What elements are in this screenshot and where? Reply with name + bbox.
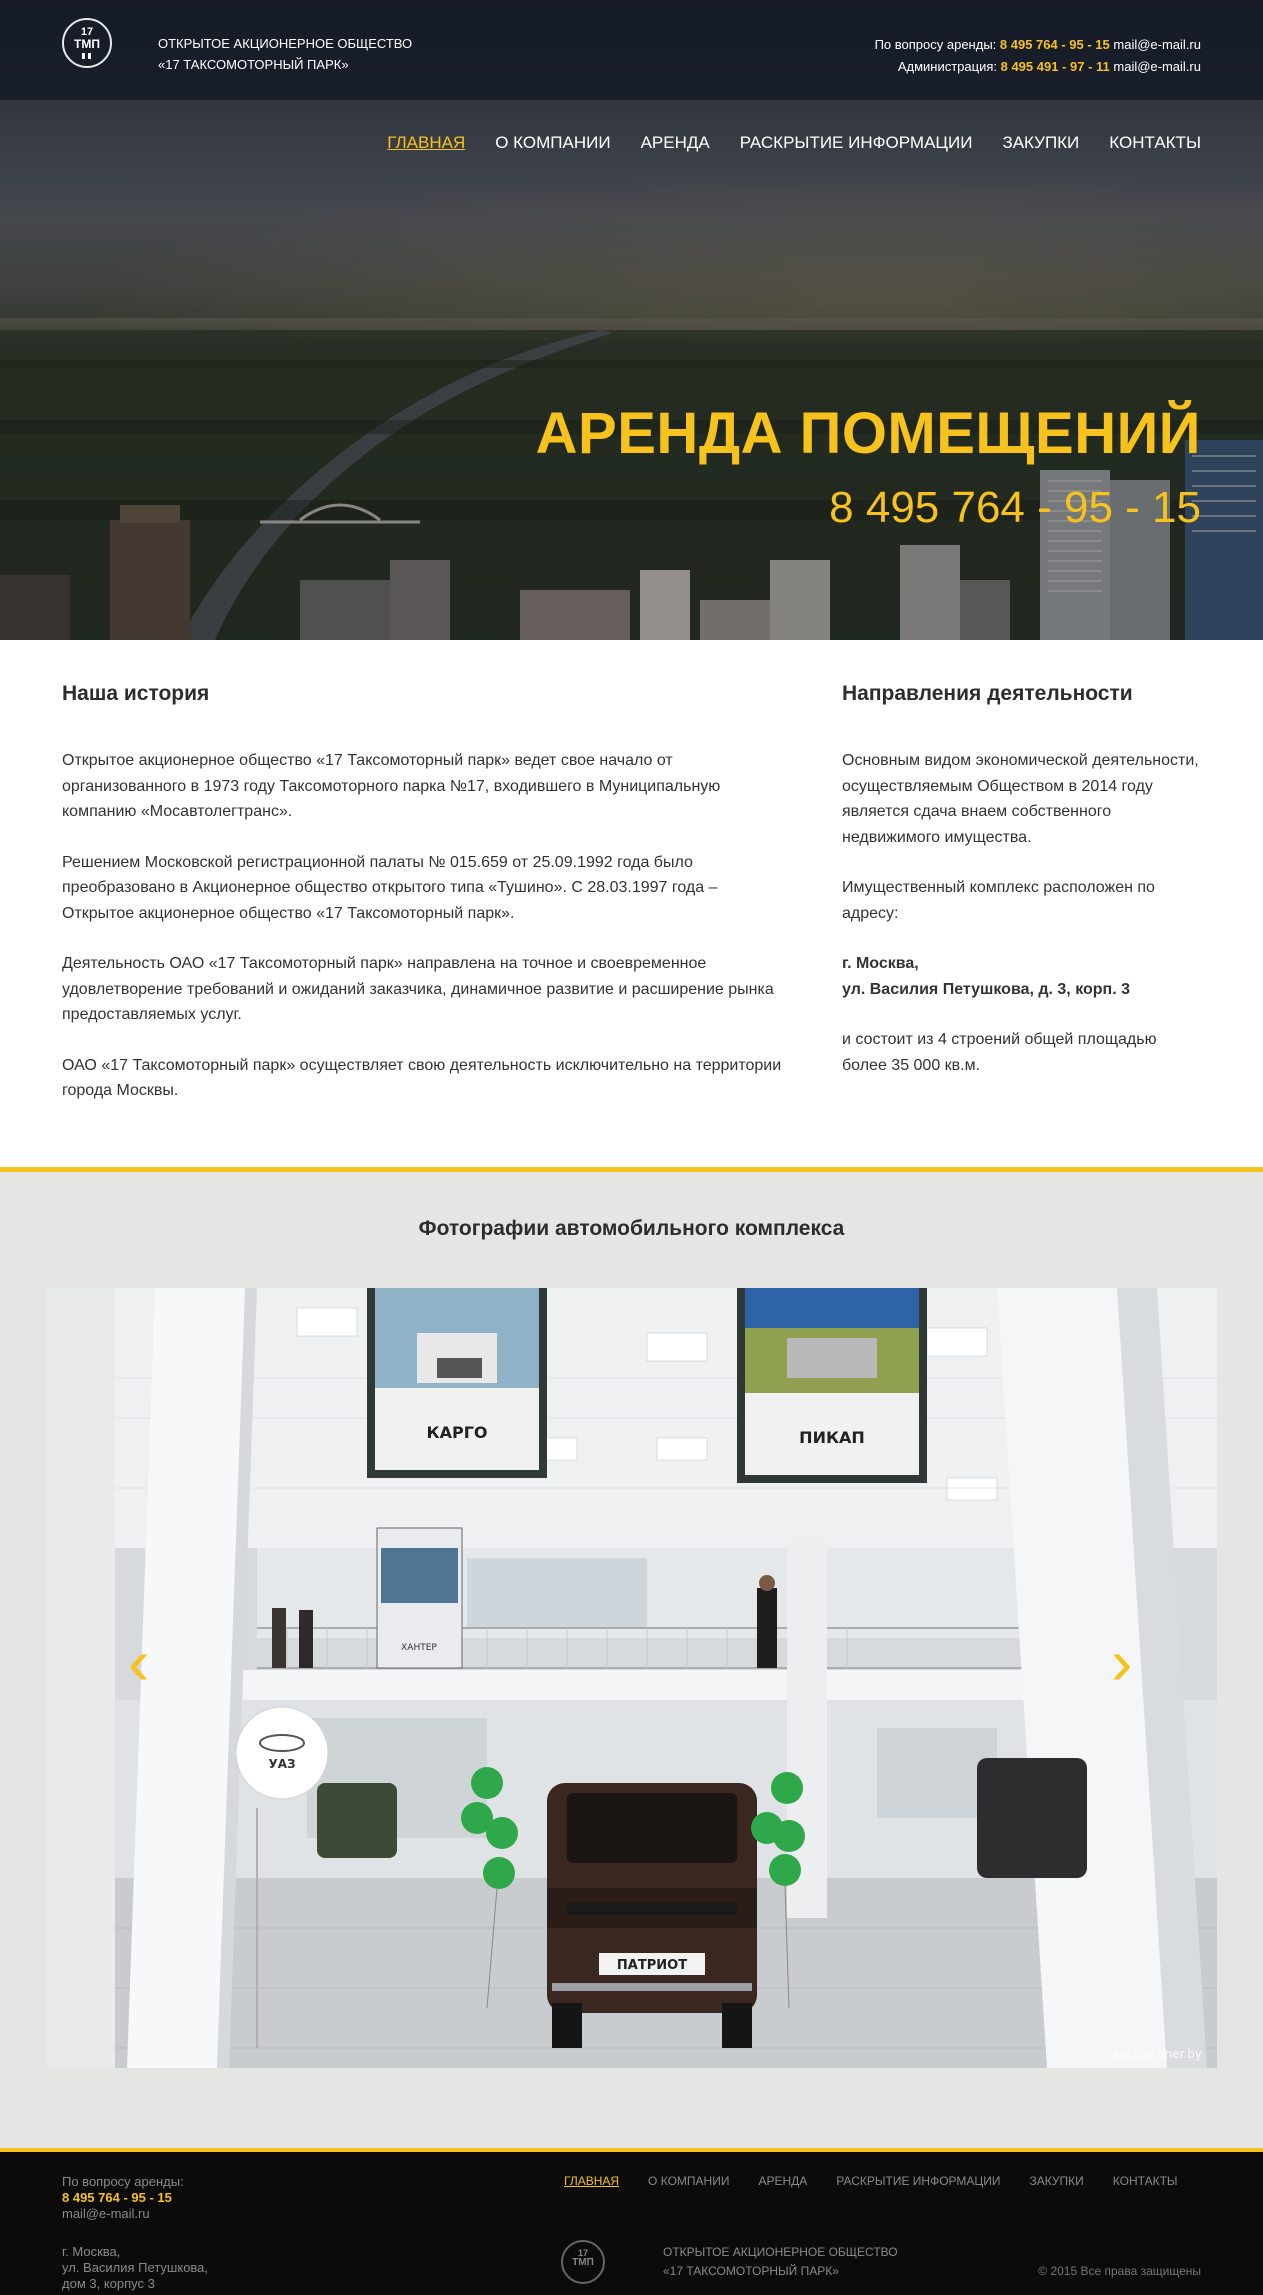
footer-nav-rent[interactable]: АРЕНДА	[758, 2174, 807, 2188]
banner-pickup-text: ПИКАП	[799, 1428, 865, 1447]
activities-column: Направления деятельности Основным видом …	[842, 682, 1202, 1103]
footer-company-line2: «17 ТАКСОМОТОРНЫЙ ПАРК»	[663, 2264, 839, 2278]
activities-paragraph: Имущественный комплекс расположен по адр…	[842, 879, 1155, 922]
footer-nav-disclosure[interactable]: РАСКРЫТИЕ ИНФОРМАЦИИ	[836, 2174, 1000, 2188]
footer-contacts: По вопросу аренды: 8 495 764 - 95 - 15 m…	[62, 2174, 184, 2222]
admin-phone[interactable]: 8 495 491 - 97 - 11	[1001, 59, 1110, 74]
footer-nav-contacts[interactable]: КОНТАКТЫ	[1113, 2174, 1178, 2188]
admin-email[interactable]: mail@e-mail.ru	[1113, 59, 1201, 74]
gallery-section: Фотографии автомобильного комплекса ПАТР…	[0, 1172, 1263, 2150]
gallery-photo[interactable]: ПАТРИОТ УАЗ КАРГО ПИКАП ХАНТЕР auto.onli…	[47, 1288, 1217, 2068]
gallery-title: Фотографии автомобильного комплекса	[418, 1217, 845, 1240]
footer-nav-about[interactable]: О КОМПАНИИ	[648, 2174, 729, 2188]
photo-watermark: auto.onliner.by	[1112, 2047, 1202, 2061]
footer-rent-label: По вопросу аренды:	[62, 2174, 184, 2189]
company-name-line1: ОТКРЫТОЕ АКЦИОНЕРНОЕ ОБЩЕСТВО	[158, 36, 413, 51]
footer-rent-phone[interactable]: 8 495 764 - 95 - 15	[62, 2190, 184, 2206]
footer-email[interactable]: mail@e-mail.ru	[62, 2206, 184, 2222]
footer-logo-text: ТМП	[572, 2257, 594, 2268]
footer-nav: ГЛАВНАЯ О КОМПАНИИ АРЕНДА РАСКРЫТИЕ ИНФО…	[564, 2174, 1178, 2188]
copyright: © 2015 Все права защищены	[1038, 2264, 1201, 2278]
hero-title: АРЕНДА ПОМЕЩЕНИЙ	[535, 401, 1201, 466]
company-name: ОТКРЫТОЕ АКЦИОНЕРНОЕ ОБЩЕСТВО «17 ТАКСОМ…	[158, 33, 412, 75]
showroom-image: ПАТРИОТ УАЗ КАРГО ПИКАП ХАНТЕР auto.onli…	[47, 1288, 1217, 2068]
nav-item-about[interactable]: О КОМПАНИИ	[495, 133, 610, 153]
gallery-next-arrow[interactable]: ›	[1111, 1630, 1132, 1694]
banner-cargo-text: КАРГО	[427, 1423, 488, 1442]
hero-phone[interactable]: 8 495 764 - 95 - 15	[829, 483, 1201, 533]
nav-item-contacts[interactable]: КОНТАКТЫ	[1109, 133, 1201, 153]
hero-banner: 17 ТМП ОТКРЫТОЕ АКЦИОНЕРНОЕ ОБЩЕСТВО «17…	[0, 0, 1263, 640]
rent-label: По вопросу аренды:	[874, 37, 997, 52]
history-paragraph: ОАО «17 Таксомоторный парк» осуществляет…	[62, 1056, 782, 1100]
history-column: Наша история Открытое акционерное общест…	[62, 682, 782, 1129]
banner-hunter-text: ХАНТЕР	[401, 1643, 437, 1653]
main-nav: ГЛАВНАЯ О КОМПАНИИ АРЕНДА РАСКРЫТИЕ ИНФО…	[387, 133, 1201, 153]
gallery-prev-arrow[interactable]: ‹	[128, 1630, 149, 1694]
top-bar: 17 ТМП ОТКРЫТОЕ АКЦИОНЕРНОЕ ОБЩЕСТВО «17…	[0, 0, 1263, 100]
footer-logo[interactable]: 17 ТМП	[561, 2240, 605, 2284]
history-paragraph: Открытое акционерное общество «17 Таксом…	[62, 752, 721, 820]
history-paragraph: Решением Московской регистрационной пала…	[62, 853, 718, 922]
admin-contact: Администрация: 8 495 491 - 97 - 11 mail@…	[875, 56, 1201, 78]
footer-nav-purchases[interactable]: ЗАКУПКИ	[1030, 2174, 1084, 2188]
nav-item-home[interactable]: ГЛАВНАЯ	[387, 133, 465, 153]
admin-label: Администрация:	[897, 59, 997, 74]
nav-item-rent[interactable]: АРЕНДА	[641, 133, 710, 153]
rent-contact: По вопросу аренды: 8 495 764 - 95 - 15 m…	[875, 34, 1201, 56]
header-contacts: По вопросу аренды: 8 495 764 - 95 - 15 m…	[875, 34, 1201, 78]
footer-company-line1: ОТКРЫТОЕ АКЦИОНЕРНОЕ ОБЩЕСТВО	[663, 2245, 898, 2259]
rent-email[interactable]: mail@e-mail.ru	[1113, 37, 1201, 52]
nav-item-purchases[interactable]: ЗАКУПКИ	[1002, 133, 1079, 153]
nav-item-disclosure[interactable]: РАСКРЫТИЕ ИНФОРМАЦИИ	[740, 133, 973, 153]
balloon-text: УАЗ	[268, 1757, 295, 1771]
footer: По вопросу аренды: 8 495 764 - 95 - 15 m…	[0, 2152, 1263, 2295]
address-line2: ул. Василия Петушкова, д. 3, корп. 3	[842, 980, 1130, 998]
rent-phone[interactable]: 8 495 764 - 95 - 15	[1000, 37, 1110, 52]
checker-icon	[82, 53, 94, 59]
footer-address-line2: ул. Василия Петушкова,	[62, 2260, 209, 2275]
footer-nav-home[interactable]: ГЛАВНАЯ	[564, 2174, 619, 2188]
history-title: Наша история	[62, 682, 210, 705]
footer-address-line1: г. Москва,	[62, 2244, 121, 2259]
activities-address: г. Москва, ул. Василия Петушкова, д. 3, …	[842, 951, 1202, 1002]
plate-text: ПАТРИОТ	[617, 1958, 687, 1973]
footer-address-line3: дом 3, корпус 3	[62, 2276, 155, 2291]
activities-paragraph: и состоит из 4 строений общей площадью б…	[842, 1031, 1157, 1074]
footer-address: г. Москва, ул. Василия Петушкова, дом 3,…	[62, 2244, 208, 2292]
activities-paragraph: Основным видом экономической деятельност…	[842, 752, 1199, 846]
activities-title: Направления деятельности	[842, 682, 1133, 705]
info-section: Наша история Открытое акционерное общест…	[0, 640, 1263, 1167]
logo-text: ТМП	[74, 37, 100, 51]
footer-company: ОТКРЫТОЕ АКЦИОНЕРНОЕ ОБЩЕСТВО «17 ТАКСОМ…	[663, 2243, 898, 2281]
address-line1: г. Москва,	[842, 955, 919, 972]
company-name-line2: «17 ТАКСОМОТОРНЫЙ ПАРК»	[158, 57, 349, 72]
logo[interactable]: 17 ТМП	[62, 18, 112, 68]
history-paragraph: Деятельность ОАО «17 Таксомоторный парк»…	[62, 955, 774, 1023]
